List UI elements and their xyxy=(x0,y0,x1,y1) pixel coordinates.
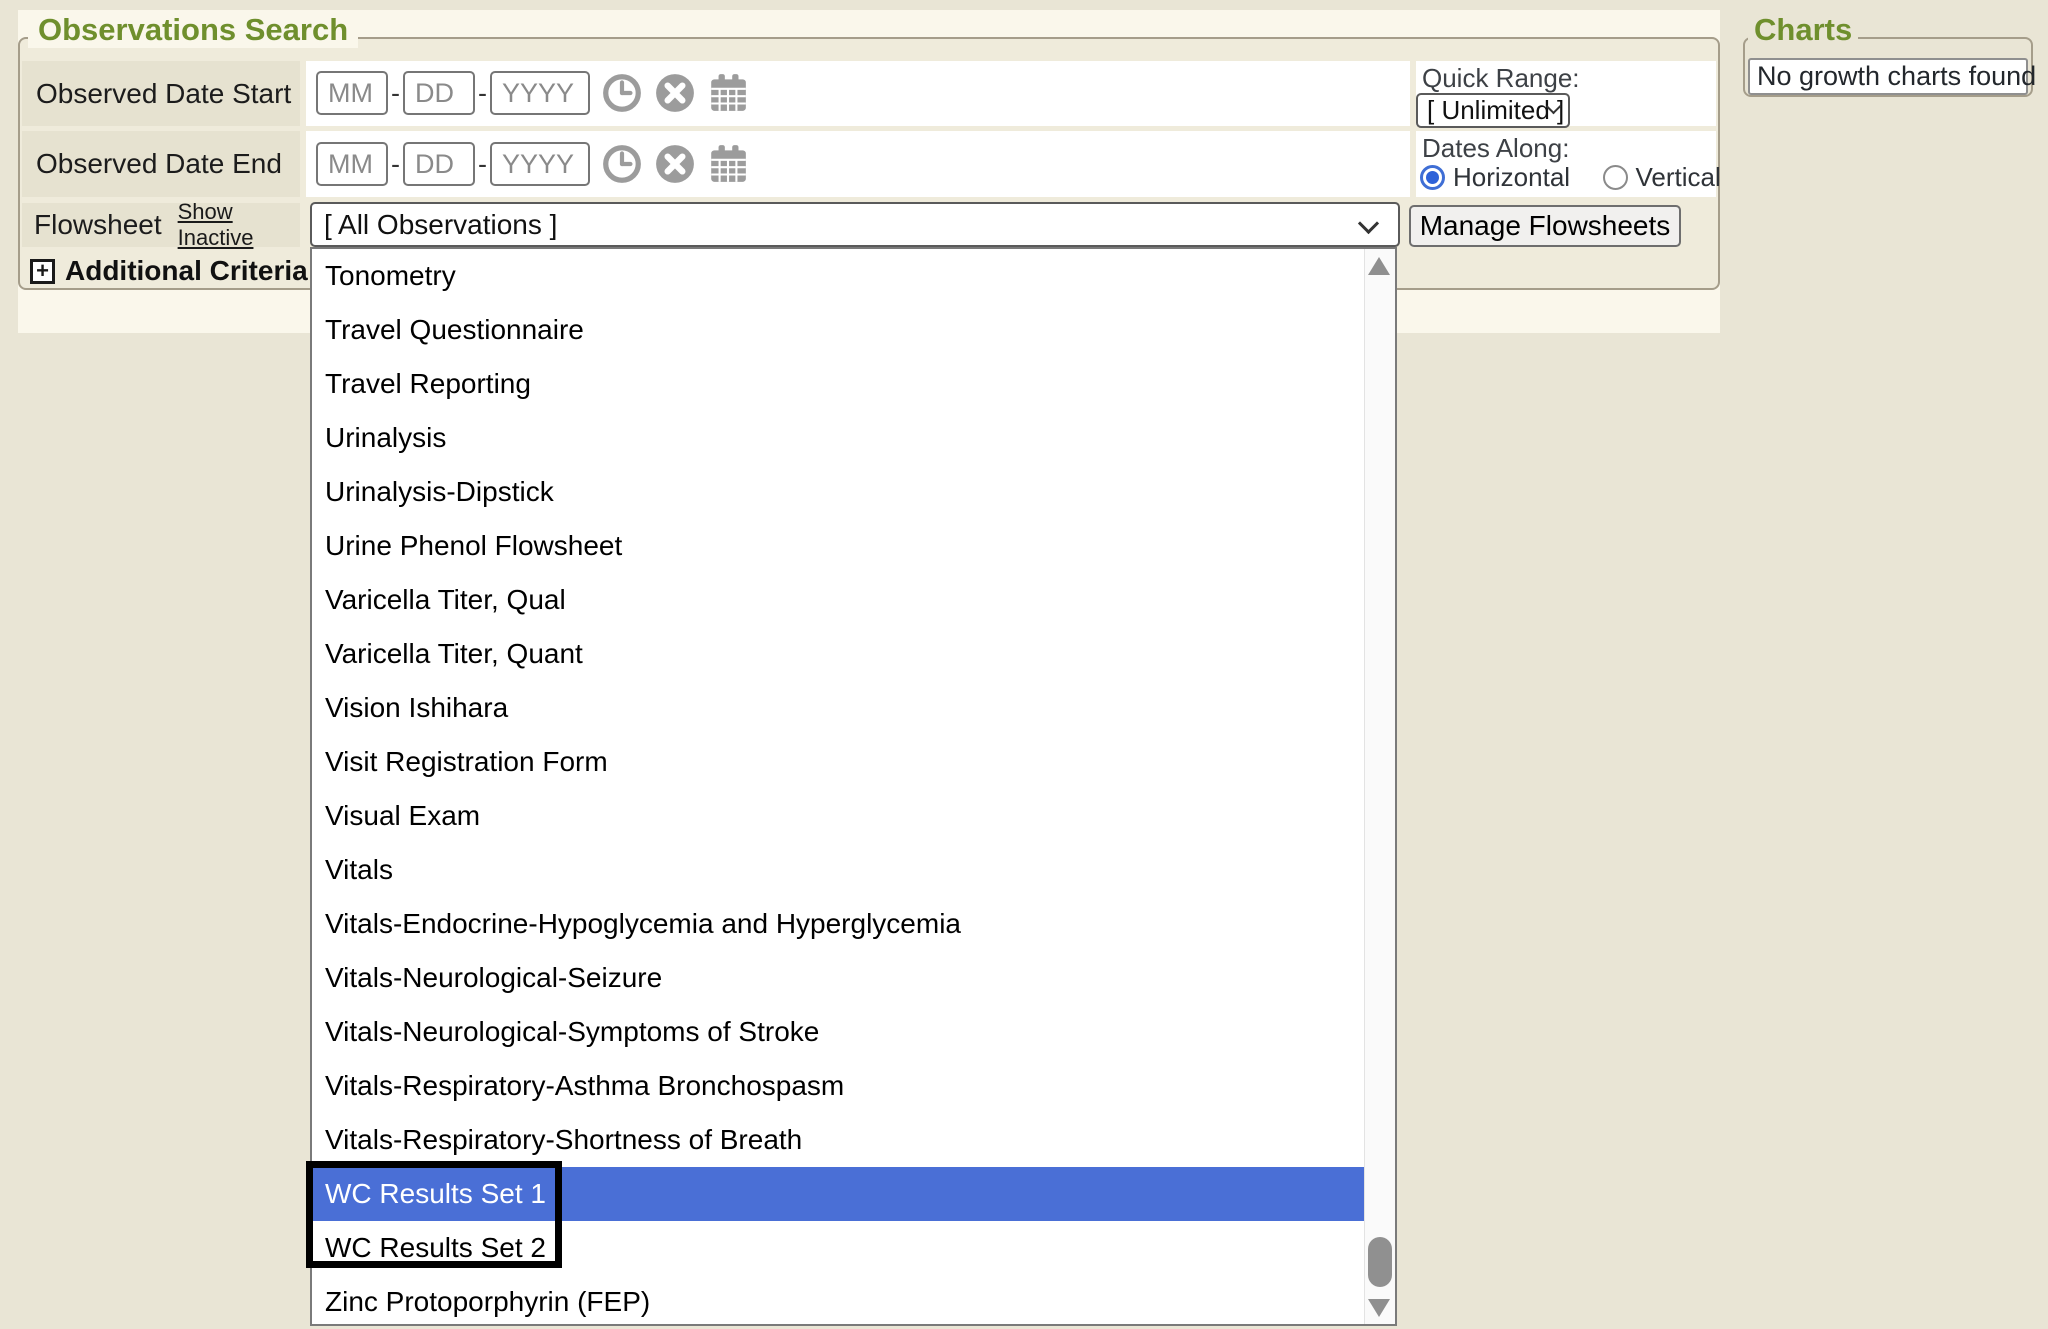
horizontal-radio[interactable] xyxy=(1420,165,1445,190)
calendar-icon[interactable] xyxy=(707,143,749,185)
date-start-input-group: - - xyxy=(316,71,749,115)
observed-date-end-label-cell: Observed Date End xyxy=(22,131,300,197)
clock-icon[interactable] xyxy=(601,143,643,185)
manage-flowsheets-button[interactable]: Manage Flowsheets xyxy=(1409,205,1681,247)
dates-along-label: Dates Along: xyxy=(1422,133,1569,164)
calendar-icon[interactable] xyxy=(707,72,749,114)
date-end-month-input[interactable] xyxy=(316,142,388,186)
dropdown-option[interactable]: Vision Ishihara xyxy=(312,681,1364,735)
chevron-down-icon xyxy=(1358,213,1379,234)
dropdown-option[interactable]: Urinalysis-Dipstick xyxy=(312,465,1364,519)
annotation-box xyxy=(306,1161,562,1268)
quick-range-select[interactable]: [ Unlimited ] xyxy=(1416,93,1570,128)
observations-search-page: Observations Search Observed Date Start … xyxy=(0,0,2048,1329)
dropdown-option[interactable]: Vitals-Neurological-Seizure xyxy=(312,951,1364,1005)
flowsheet-label: Flowsheet xyxy=(22,209,162,241)
observed-date-start-label: Observed Date Start xyxy=(22,78,291,110)
show-inactive-link[interactable]: Show Inactive xyxy=(178,199,300,251)
date-start-year-input[interactable] xyxy=(490,71,590,115)
scrollbar-thumb[interactable] xyxy=(1368,1237,1392,1287)
date-end-year-input[interactable] xyxy=(490,142,590,186)
expand-plus-icon[interactable]: + xyxy=(30,259,55,284)
dropdown-option[interactable]: Vitals-Respiratory-Shortness of Breath xyxy=(312,1113,1364,1167)
observations-search-legend: Observations Search xyxy=(28,12,358,48)
observed-date-start-label-cell: Observed Date Start xyxy=(22,61,300,126)
date-separator: - xyxy=(478,149,487,180)
dropdown-option[interactable]: Vitals xyxy=(312,843,1364,897)
date-end-day-input[interactable] xyxy=(403,142,475,186)
additional-criteria-toggle[interactable]: + Additional Criteria xyxy=(30,255,308,287)
dropdown-option[interactable]: Visual Exam xyxy=(312,789,1364,843)
charts-message-box: No growth charts found xyxy=(1748,58,2028,95)
dropdown-option[interactable]: Vitals-Endocrine-Hypoglycemia and Hyperg… xyxy=(312,897,1364,951)
clock-icon[interactable] xyxy=(601,72,643,114)
charts-legend: Charts xyxy=(1748,12,1858,48)
flowsheet-select-value: [ All Observations ] xyxy=(324,209,557,241)
date-separator: - xyxy=(478,78,487,109)
dropdown-option[interactable]: Travel Questionnaire xyxy=(312,303,1364,357)
vertical-radio-label: Vertical xyxy=(1636,162,1721,192)
date-start-month-input[interactable] xyxy=(316,71,388,115)
dropdown-option[interactable]: Tonometry xyxy=(312,249,1364,303)
additional-criteria-label: Additional Criteria xyxy=(65,255,308,287)
date-end-input-group: - - xyxy=(316,142,749,186)
clear-icon[interactable] xyxy=(654,143,696,185)
charts-message: No growth charts found xyxy=(1757,61,2036,92)
dropdown-option[interactable]: Urine Phenol Flowsheet xyxy=(312,519,1364,573)
flowsheet-label-cell: Flowsheet Show Inactive xyxy=(22,203,300,247)
flowsheet-select[interactable]: [ All Observations ] xyxy=(310,202,1400,247)
dropdown-option[interactable]: Visit Registration Form xyxy=(312,735,1364,789)
dropdown-option[interactable]: Varicella Titer, Quant xyxy=(312,627,1364,681)
dropdown-option[interactable]: Travel Reporting xyxy=(312,357,1364,411)
dropdown-option[interactable]: Zinc Protoporphyrin (FEP) xyxy=(312,1275,1364,1329)
dropdown-option[interactable]: Urinalysis xyxy=(312,411,1364,465)
dates-along-options: Horizontal Vertical xyxy=(1420,162,1721,193)
dropdown-option[interactable]: Vitals-Respiratory-Asthma Bronchospasm xyxy=(312,1059,1364,1113)
vertical-radio[interactable] xyxy=(1603,165,1628,190)
scroll-up-icon[interactable] xyxy=(1368,257,1390,275)
clear-icon[interactable] xyxy=(654,72,696,114)
date-start-day-input[interactable] xyxy=(403,71,475,115)
quick-range-label: Quick Range: xyxy=(1422,63,1580,94)
dropdown-scrollbar[interactable] xyxy=(1364,249,1395,1324)
scroll-down-icon[interactable] xyxy=(1368,1299,1390,1317)
date-separator: - xyxy=(391,149,400,180)
observed-date-end-label: Observed Date End xyxy=(22,148,282,180)
horizontal-radio-label: Horizontal xyxy=(1453,162,1570,192)
date-separator: - xyxy=(391,78,400,109)
quick-range-value: [ Unlimited ] xyxy=(1427,95,1564,126)
dropdown-option[interactable]: Vitals-Neurological-Symptoms of Stroke xyxy=(312,1005,1364,1059)
dropdown-option[interactable]: Varicella Titer, Qual xyxy=(312,573,1364,627)
